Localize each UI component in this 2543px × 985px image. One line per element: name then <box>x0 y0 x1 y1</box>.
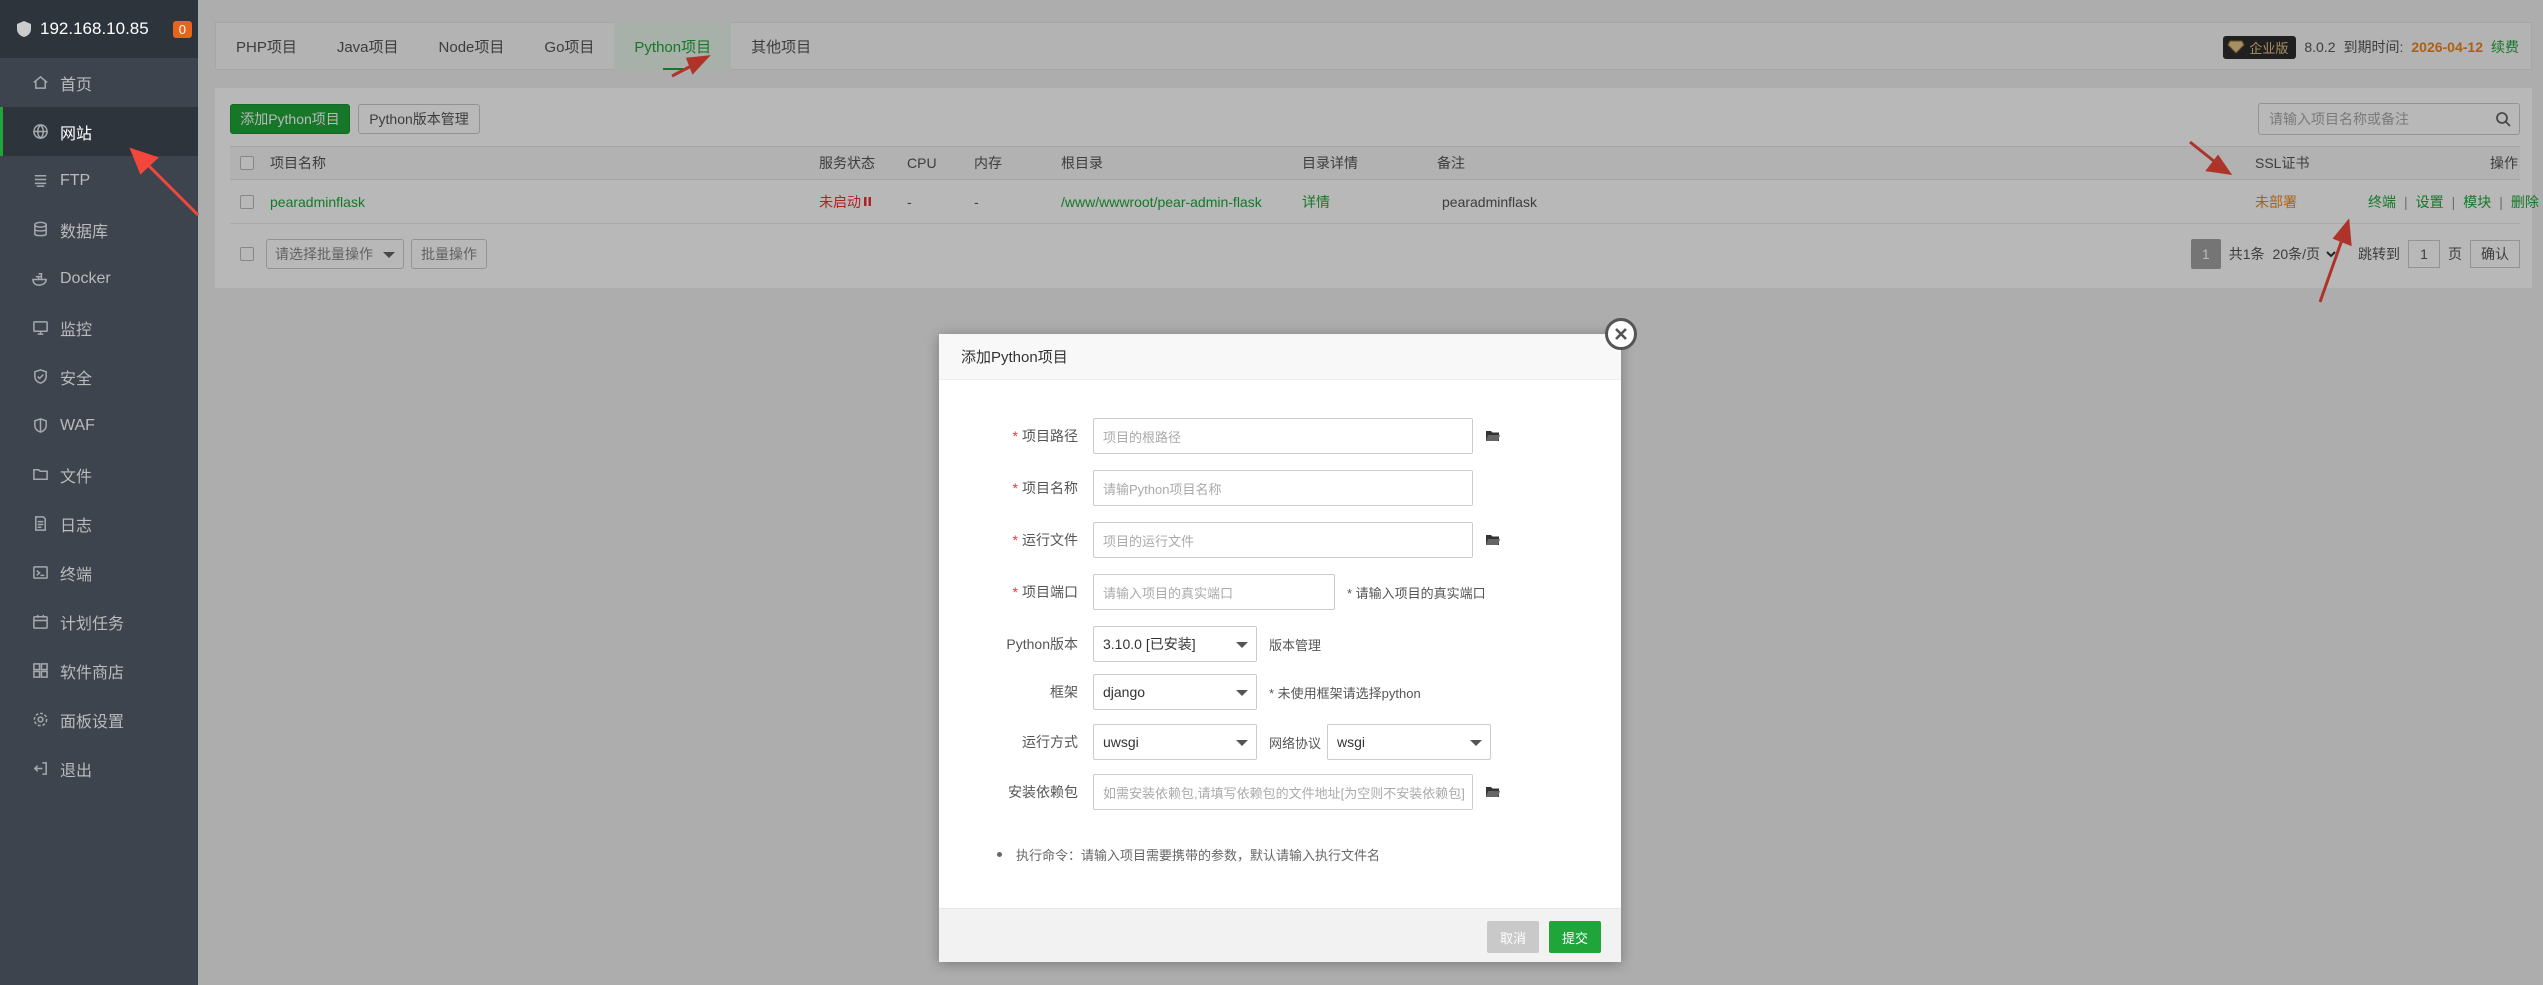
sidebar-item[interactable]: Docker <box>0 254 198 303</box>
sidebar-item[interactable]: WAF <box>0 401 198 450</box>
protocol-select[interactable]: wsgi <box>1327 724 1491 760</box>
sidebar-item-label: 面板设置 <box>60 713 125 731</box>
monitor-icon <box>30 318 50 338</box>
project-port-input[interactable]: 请输入项目的真实端口 <box>1093 574 1335 610</box>
port-row: * 项目端口 请输入项目的真实端口 * 请输入项目的真实端口 <box>939 574 1621 610</box>
run-mode-value: uwsgi <box>1103 734 1139 750</box>
name-row: * 项目名称 请输Python项目名称 <box>939 470 1621 506</box>
version-manage-link[interactable]: 版本管理 <box>1269 626 1321 662</box>
add-python-project-dialog: 添加Python项目 * 项目路径 项目的根路径 * 项目名称 请输Python项目… <box>939 318 1637 962</box>
server-ip: 192.168.10.85 <box>40 19 149 38</box>
globe-icon <box>30 122 50 142</box>
sidebar-item-label: WAF <box>60 416 95 434</box>
sidebar-item[interactable]: 网站 <box>0 107 198 156</box>
sidebar-item-label: 数据库 <box>60 223 109 241</box>
sidebar-item[interactable]: 终端 <box>0 548 198 597</box>
folder-icon[interactable] <box>1485 785 1501 799</box>
sidebar: 192.168.10.85 0 首页网站 FTP 数据库 Docker 监控安全 WAF 文… <box>0 0 198 985</box>
folder-icon[interactable] <box>1485 533 1501 547</box>
name-label: * 项目名称 <box>1012 480 1078 496</box>
logout-icon <box>30 759 50 779</box>
path-row: * 项目路径 项目的根路径 <box>939 418 1621 454</box>
log-icon <box>30 514 50 534</box>
command-note: 执行命令：请输入项目需要携带的参数，默认请输入执行文件名 <box>997 845 1380 864</box>
framework-hint: * 未使用框架请选择python <box>1269 685 1421 701</box>
python-version-value: 3.10.0 [已安装] <box>1103 636 1196 652</box>
folder-icon[interactable] <box>1485 429 1501 443</box>
protocol-label: 网络协议 <box>1269 735 1322 751</box>
dialog-footer: 取消 提交 <box>939 908 1621 962</box>
sidebar-item-label: 日志 <box>60 517 93 535</box>
shield-icon <box>30 367 50 387</box>
chevron-down-icon <box>1236 642 1248 648</box>
notification-badge[interactable]: 0 <box>172 20 192 38</box>
bullet-icon <box>997 852 1002 857</box>
sidebar-item-label: 网站 <box>60 125 93 143</box>
sidebar-item[interactable]: 计划任务 <box>0 597 198 646</box>
docker-icon <box>30 269 50 289</box>
deps-file-input[interactable]: 如需安装依赖包,请填写依赖包的文件地址[为空则不安装依赖包] <box>1093 774 1473 810</box>
dialog-title: 添加Python项目 <box>939 334 1621 380</box>
python-version-label: Python版本 <box>1006 636 1078 652</box>
sidebar-item[interactable]: FTP <box>0 156 198 205</box>
python-version-row: Python版本 3.10.0 [已安装] 版本管理 <box>939 626 1621 662</box>
terminal-icon <box>30 563 50 583</box>
calendar-icon <box>30 612 50 632</box>
project-path-input[interactable]: 项目的根路径 <box>1093 418 1473 454</box>
command-note-text: 执行命令：请输入项目需要携带的参数，默认请输入执行文件名 <box>1016 848 1381 863</box>
server-shield-icon <box>17 21 31 37</box>
gear-icon <box>30 710 50 730</box>
sidebar-item-label: 监控 <box>60 321 93 339</box>
folder-icon <box>30 465 50 485</box>
run-mode-select[interactable]: uwsgi <box>1093 724 1257 760</box>
run-mode-label: 运行方式 <box>1022 734 1078 750</box>
chevron-down-icon <box>1236 690 1248 696</box>
project-name-input[interactable]: 请输Python项目名称 <box>1093 470 1473 506</box>
close-icon[interactable] <box>1605 318 1637 350</box>
framework-value: django <box>1103 684 1146 700</box>
sidebar-item[interactable]: 退出 <box>0 744 198 793</box>
python-version-select[interactable]: 3.10.0 [已安装] <box>1093 626 1257 662</box>
run-file-label: * 运行文件 <box>1012 532 1078 548</box>
run-file-input[interactable]: 项目的运行文件 <box>1093 522 1473 558</box>
sidebar-item[interactable]: 日志 <box>0 499 198 548</box>
deps-row: 安装依赖包 如需安装依赖包,请填写依赖包的文件地址[为空则不安装依赖包] <box>939 774 1621 810</box>
sidebar-item[interactable]: 安全 <box>0 352 198 401</box>
sidebar-item[interactable]: 软件商店 <box>0 646 198 695</box>
sidebar-header: 192.168.10.85 0 <box>0 0 198 58</box>
sidebar-item-label: 软件商店 <box>60 664 125 682</box>
sidebar-item-label: FTP <box>60 171 91 189</box>
sidebar-item-label: 计划任务 <box>60 615 125 633</box>
submit-button[interactable]: 提交 <box>1549 921 1601 953</box>
sidebar-item[interactable]: 文件 <box>0 450 198 499</box>
sidebar-item-label: 安全 <box>60 370 93 388</box>
waf-icon <box>30 416 50 436</box>
sidebar-item-label: 首页 <box>60 76 93 94</box>
port-hint: * 请输入项目的真实端口 <box>1347 585 1486 601</box>
run-file-row: * 运行文件 项目的运行文件 <box>939 522 1621 558</box>
framework-select[interactable]: django <box>1093 674 1257 710</box>
home-icon <box>30 73 50 93</box>
sidebar-item[interactable]: 监控 <box>0 303 198 352</box>
deps-label: 安装依赖包 <box>1008 784 1078 800</box>
sidebar-item-label: Docker <box>60 269 111 287</box>
framework-row: 框架 django * 未使用框架请选择python <box>939 674 1621 710</box>
sidebar-item-label: 终端 <box>60 566 93 584</box>
sidebar-item[interactable]: 面板设置 <box>0 695 198 744</box>
sidebar-item-label: 退出 <box>60 762 93 780</box>
chevron-down-icon <box>1236 740 1248 746</box>
sidebar-item-label: 文件 <box>60 468 93 486</box>
protocol-value: wsgi <box>1337 734 1366 750</box>
sidebar-item[interactable]: 数据库 <box>0 205 198 254</box>
run-mode-row: 运行方式 uwsgi 网络协议 wsgi <box>939 724 1621 760</box>
sidebar-item[interactable]: 首页 <box>0 58 198 107</box>
database-icon <box>30 220 50 240</box>
ftp-icon <box>30 171 50 191</box>
chevron-down-icon <box>1470 740 1482 746</box>
apps-icon <box>30 661 50 681</box>
port-label: * 项目端口 <box>1012 584 1078 600</box>
cancel-button[interactable]: 取消 <box>1487 921 1539 953</box>
path-label: * 项目路径 <box>1012 428 1078 444</box>
framework-label: 框架 <box>1050 684 1078 700</box>
